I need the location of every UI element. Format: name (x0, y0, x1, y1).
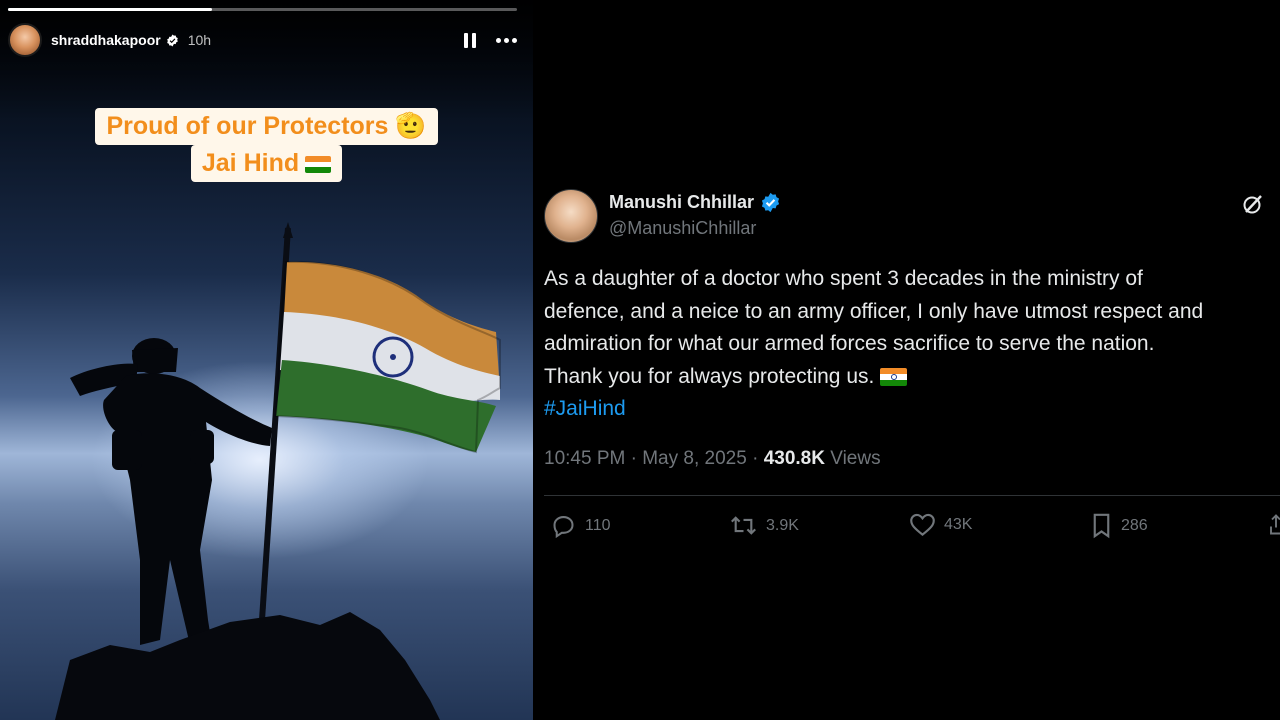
repost-button[interactable]: 3.9K (729, 512, 799, 539)
separator: · (630, 448, 637, 469)
avatar[interactable] (544, 189, 598, 243)
reply-count: 110 (585, 516, 611, 534)
author-handle[interactable]: @ManushiChhillar (609, 218, 756, 239)
author-name[interactable]: Manushi Chhillar (609, 192, 781, 213)
repost-icon (731, 516, 756, 535)
bookmark-button[interactable]: 286 (1090, 512, 1148, 539)
author-name-text: Manushi Chhillar (609, 192, 755, 212)
story-username[interactable]: shraddhakapoor (51, 32, 161, 48)
like-button[interactable]: 43K (909, 512, 972, 537)
story-controls (464, 32, 525, 48)
bookmark-count: 286 (1121, 516, 1148, 534)
separator: · (752, 448, 759, 469)
story-progress-bar (8, 8, 517, 11)
india-flag (274, 260, 501, 454)
avatar[interactable] (8, 23, 42, 57)
heart-icon (910, 513, 935, 536)
tweet-line: defence, and a neice to an army officer,… (544, 299, 1204, 323)
reply-icon (553, 516, 574, 539)
views-count: 430.8K (763, 448, 825, 469)
verified-badge-icon (761, 192, 780, 213)
instagram-story: shraddhakapoor 10h Proud of our Protecto… (0, 0, 533, 720)
tweet-card: Manushi Chhillar @ManushiChhillar As a d… (533, 160, 1280, 560)
tweet-time[interactable]: 10:45 PM (544, 448, 625, 469)
caption-text-2: Jai Hind (201, 149, 300, 177)
share-icon (1270, 514, 1280, 535)
more-icon[interactable] (496, 37, 517, 43)
like-count: 43K (944, 515, 973, 533)
caption-line-2: Jai Hind (190, 145, 343, 182)
saluting-face-emoji: 🫡 (395, 112, 427, 140)
share-button[interactable] (1269, 512, 1280, 539)
saluting-soldier (70, 338, 272, 645)
tweet-meta: 10:45 PM · May 8, 2025 · 430.8K Views (544, 448, 881, 470)
caption-text-1: Proud of our Protectors (106, 112, 389, 140)
grok-icon[interactable] (1241, 192, 1265, 216)
india-flag-emoji (305, 155, 332, 173)
tweet-text: As a daughter of a doctor who spent 3 de… (544, 263, 1280, 426)
bookmark-icon (1093, 513, 1110, 539)
story-caption: Proud of our Protectors 🫡 Jai Hind (0, 108, 533, 182)
story-header: shraddhakapoor 10h (8, 22, 525, 58)
x-post-panel: Manushi Chhillar @ManushiChhillar As a d… (533, 0, 1280, 720)
story-timestamp: 10h (187, 32, 212, 48)
india-flag-emoji (880, 367, 908, 386)
story-progress-fill (8, 8, 212, 11)
views-label: Views (830, 448, 881, 469)
tweet-actions: 110 3.9K 43K 286 (533, 508, 1280, 548)
tweet-line: As a daughter of a doctor who spent 3 de… (544, 267, 1143, 290)
soldier-flag-silhouette (55, 222, 501, 720)
caption-line-1: Proud of our Protectors 🫡 (95, 108, 438, 145)
hashtag-link[interactable]: #JaiHind (544, 397, 626, 420)
tweet-line: Thank you for always protecting us. (544, 361, 1280, 394)
repost-count: 3.9K (766, 516, 799, 534)
tweet-line: admiration for what our armed forces sac… (544, 332, 1155, 355)
reply-button[interactable]: 110 (550, 512, 611, 539)
pause-icon[interactable] (464, 32, 476, 48)
verified-icon (166, 34, 178, 46)
divider (544, 495, 1280, 496)
tweet-line-text: Thank you for always protecting us. (544, 364, 875, 388)
tweet-date[interactable]: May 8, 2025 (642, 448, 747, 469)
top-fade (0, 0, 533, 120)
